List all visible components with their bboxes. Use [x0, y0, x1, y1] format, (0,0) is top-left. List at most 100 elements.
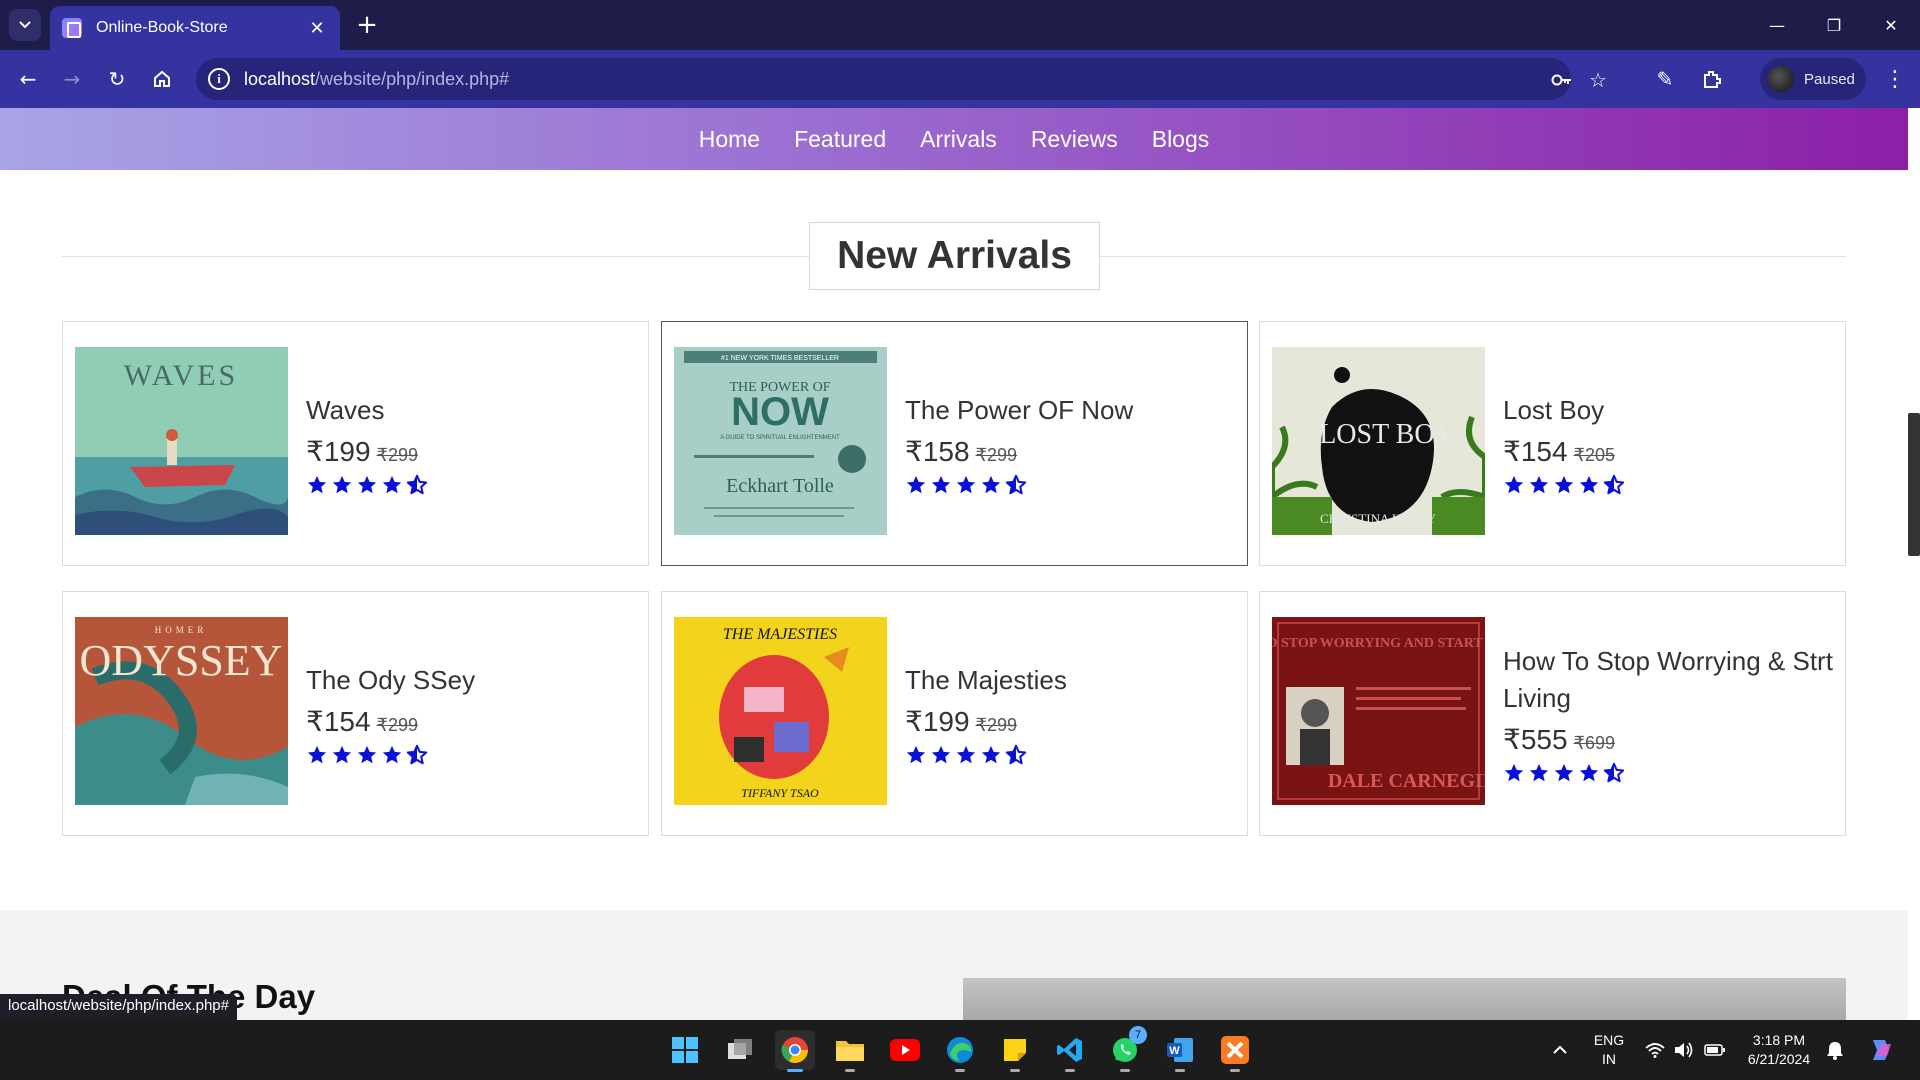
book-old-price: ₹699 [1573, 733, 1616, 753]
youtube-icon [890, 1039, 920, 1061]
star-icon [1529, 475, 1549, 493]
taskbar-xampp[interactable] [1215, 1030, 1255, 1072]
page-scrollbar-thumb[interactable] [1908, 413, 1920, 556]
book-cover-odyssey[interactable]: HOMER ODYSSEY [75, 617, 288, 805]
browser-tab-strip: Online-Book-Store ✕ + — ❐ ✕ [0, 0, 1920, 50]
star-icon [1579, 763, 1599, 782]
forward-icon[interactable]: → [57, 64, 87, 94]
running-indicator [1065, 1069, 1075, 1072]
browser-menu-icon[interactable]: ⋮ [1880, 64, 1910, 94]
site-info-icon[interactable]: i [208, 68, 230, 90]
star-icon [1554, 475, 1574, 493]
xampp-icon [1221, 1036, 1249, 1064]
taskbar-edge[interactable] [940, 1030, 980, 1072]
book-old-price: ₹299 [975, 714, 1018, 735]
running-indicator [845, 1069, 855, 1072]
tab-search-button[interactable] [9, 9, 41, 41]
book-cover-lost-boy[interactable]: LOST BOY CHRISTINA HENRY [1272, 347, 1485, 535]
clock[interactable]: 3:18 PM 6/21/2024 [1738, 1031, 1820, 1069]
bookmark-star-icon[interactable]: ☆ [1584, 66, 1612, 94]
browser-tab[interactable]: Online-Book-Store ✕ [50, 6, 340, 50]
running-indicator [1175, 1069, 1185, 1072]
rating-stars [905, 474, 1235, 496]
half-star-icon [406, 474, 428, 494]
star-icon [1579, 475, 1599, 493]
pen-icon[interactable]: ✎ [1650, 64, 1680, 94]
star-icon [931, 475, 951, 493]
task-view-button[interactable] [720, 1030, 760, 1070]
book-card-majesties[interactable]: THE MAJESTIES TIFFANY TSAO The Majesties… [661, 591, 1248, 836]
book-price: ₹158 [905, 435, 970, 467]
url-host: localhost [244, 68, 316, 89]
cover-text: WAVES [124, 359, 238, 392]
profile-button[interactable]: Paused [1760, 58, 1866, 100]
nav-link-home[interactable]: Home [699, 126, 760, 153]
avatar [1768, 66, 1794, 92]
rating-stars [1503, 762, 1833, 784]
language-indicator[interactable]: ENG IN [1592, 1031, 1626, 1069]
taskbar-chrome[interactable] [775, 1030, 815, 1072]
notification-bell-icon[interactable] [1823, 1038, 1847, 1062]
wifi-icon[interactable] [1643, 1038, 1667, 1062]
taskbar-word[interactable]: W [1160, 1030, 1200, 1072]
taskbar-vscode[interactable] [1050, 1030, 1090, 1072]
book-card-waves[interactable]: WAVES Waves ₹199 ₹299 [62, 321, 649, 566]
book-info: The Majesties ₹199 ₹299 [905, 592, 1235, 835]
reload-icon[interactable]: ↻ [102, 64, 132, 94]
copilot-icon[interactable] [1866, 1038, 1896, 1062]
star-icon [357, 475, 377, 493]
book-card-how-to-stop-worrying[interactable]: HOW TO STOP WORRYING AND START LIVING DA… [1259, 591, 1846, 836]
book-card-odyssey[interactable]: HOMER ODYSSEY The Ody SSey ₹154 ₹299 [62, 591, 649, 836]
battery-icon[interactable] [1703, 1038, 1727, 1062]
cover-text: CHRISTINA HENRY [1320, 511, 1437, 526]
nav-link-featured[interactable]: Featured [794, 126, 886, 153]
half-star-icon [406, 744, 428, 764]
book-card-lost-boy[interactable]: LOST BOY CHRISTINA HENRY Lost Boy ₹154 ₹2… [1259, 321, 1846, 566]
volume-icon[interactable] [1672, 1038, 1696, 1062]
taskbar-youtube[interactable] [885, 1030, 925, 1070]
profile-status: Paused [1804, 70, 1855, 88]
word-icon: W [1167, 1038, 1193, 1062]
book-title: The Ody SSey [306, 664, 476, 695]
book-title: Waves [306, 394, 385, 425]
new-tab-button[interactable]: + [352, 10, 382, 40]
nav-link-blogs[interactable]: Blogs [1152, 126, 1210, 153]
rating-stars [306, 474, 636, 496]
nav-link-reviews[interactable]: Reviews [1031, 126, 1118, 153]
show-hidden-icons-chevron-up-icon[interactable] [1548, 1038, 1572, 1062]
back-icon[interactable]: ← [13, 64, 43, 94]
book-cover-majesties[interactable]: THE MAJESTIES TIFFANY TSAO [674, 617, 887, 805]
rating-stars [905, 744, 1235, 766]
close-window-icon[interactable]: ✕ [1871, 10, 1911, 40]
running-indicator [955, 1069, 965, 1072]
extensions-icon[interactable] [1697, 64, 1727, 94]
minimize-icon[interactable]: — [1757, 10, 1797, 40]
taskbar-whatsapp[interactable]: 7 [1105, 1026, 1147, 1072]
site-navbar: Home Featured Arrivals Reviews Blogs [0, 108, 1908, 170]
cover-text: TIFFANY TSAO [741, 786, 819, 800]
book-cover-power-of-now[interactable]: #1 NEW YORK TIMES BESTSELLER THE POWER O… [674, 347, 887, 535]
taskbar-file-explorer[interactable] [830, 1030, 870, 1072]
cover-text: NOW [731, 390, 829, 434]
close-tab-icon[interactable]: ✕ [306, 18, 328, 39]
star-icon [357, 745, 377, 763]
nav-link-arrivals[interactable]: Arrivals [920, 126, 997, 153]
taskbar-sticky-notes[interactable] [995, 1030, 1035, 1072]
vscode-icon [1057, 1038, 1082, 1062]
home-icon[interactable] [147, 64, 177, 94]
star-icon [307, 475, 327, 493]
book-info: The Ody SSey ₹154 ₹299 [306, 592, 636, 835]
restore-icon[interactable]: ❐ [1814, 10, 1854, 40]
book-card-power-of-now[interactable]: #1 NEW YORK TIMES BESTSELLER THE POWER O… [661, 321, 1248, 566]
status-bar-url: localhost/website/php/index.php# [0, 994, 237, 1020]
book-cover-waves[interactable]: WAVES [75, 347, 288, 535]
book-price: ₹154 [1503, 435, 1568, 467]
active-indicator [787, 1069, 803, 1072]
rating-stars [306, 744, 636, 766]
sticky-notes-icon [1004, 1039, 1026, 1061]
key-icon[interactable] [1548, 66, 1576, 94]
book-cover-how-to-stop-worrying[interactable]: HOW TO STOP WORRYING AND START LIVING DA… [1272, 617, 1485, 805]
start-button[interactable] [665, 1030, 705, 1070]
price-row: ₹199 ₹299 [905, 705, 1235, 738]
address-bar[interactable]: i localhost/website/php/index.php# ☆ [196, 58, 1607, 100]
